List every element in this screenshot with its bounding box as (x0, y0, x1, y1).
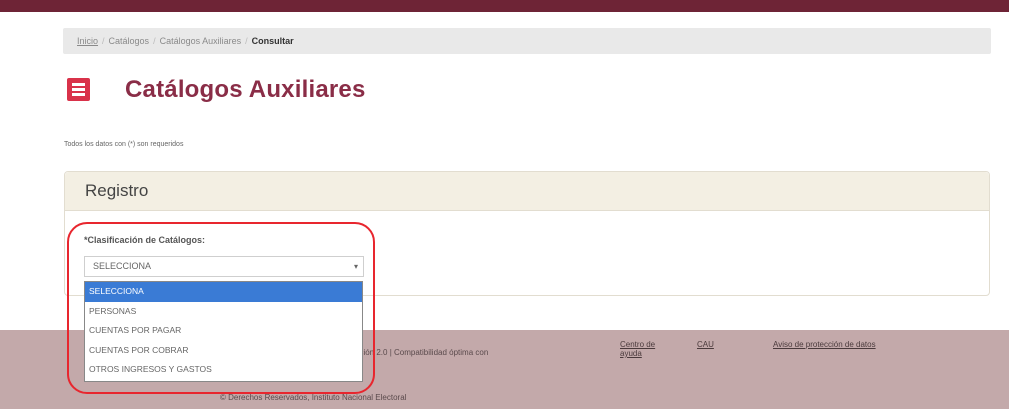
footer-help-line2: ayuda (620, 349, 642, 358)
breadcrumb-item-inicio[interactable]: Inicio (77, 36, 98, 46)
breadcrumb-item-catalogos[interactable]: Catálogos (109, 36, 150, 46)
menu-button[interactable] (67, 78, 90, 101)
panel-title: Registro (85, 181, 149, 200)
top-bar (0, 0, 1009, 12)
required-note: Todos los datos con (*) son requeridos (64, 141, 184, 148)
breadcrumb-item-catalogos-auxiliares[interactable]: Catálogos Auxiliares (160, 36, 242, 46)
select-value: SELECCIONA (93, 261, 152, 271)
footer-faq-link[interactable]: CAU (697, 340, 714, 349)
footer-help-line1: Centro de (620, 340, 656, 349)
footer-privacy-link[interactable]: Aviso de protección de datos (773, 340, 876, 349)
footer-copyright: © Derechos Reservados, Instituto Naciona… (220, 393, 407, 402)
footer-version-text: ación 2.0 | Compatibilidad óptima con (355, 348, 489, 357)
option-personas[interactable]: PERSONAS (85, 302, 362, 322)
breadcrumb-separator: / (245, 36, 248, 46)
clasificacion-select[interactable]: SELECCIONA ▾ (84, 256, 364, 277)
clasificacion-options-list: SELECCIONA PERSONAS CUENTAS POR PAGAR CU… (84, 281, 363, 382)
footer-help-link[interactable]: Centro de ayuda (620, 340, 655, 358)
option-cuentas-por-cobrar[interactable]: CUENTAS POR COBRAR (85, 341, 362, 361)
breadcrumb: Inicio / Catálogos / Catálogos Auxiliares / Co… (63, 28, 991, 54)
panel-header (65, 172, 989, 211)
breadcrumb-separator: / (102, 36, 105, 46)
registro-panel: Registro (64, 171, 990, 296)
option-otros-ingresos-y-gastos[interactable]: OTROS INGRESOS Y GASTOS (85, 360, 362, 380)
option-selecciona[interactable]: SELECCIONA (85, 282, 362, 302)
option-cuentas-por-pagar[interactable]: CUENTAS POR PAGAR (85, 321, 362, 341)
breadcrumb-separator: / (153, 36, 156, 46)
breadcrumb-current: Consultar (251, 36, 294, 46)
page-title: Catálogos Auxiliares (125, 76, 366, 103)
caret-down-icon: ▾ (353, 262, 358, 271)
clasificacion-label: *Clasificación de Catálogos: (84, 235, 206, 245)
